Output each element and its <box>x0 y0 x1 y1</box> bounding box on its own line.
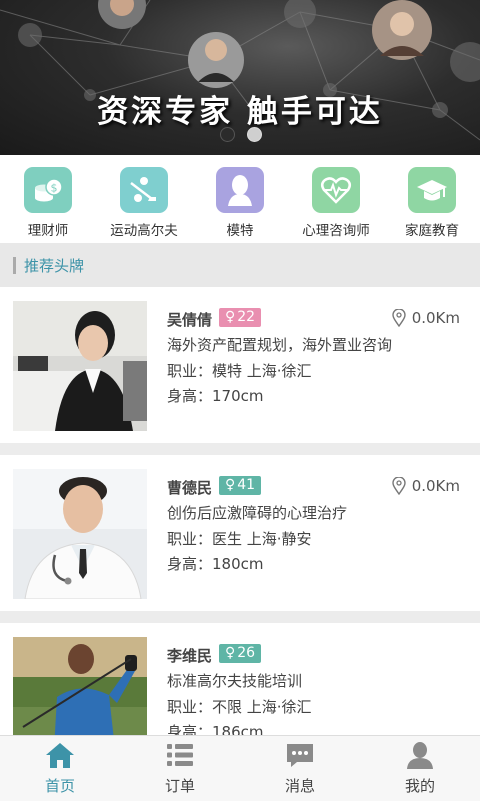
female-symbol-icon: ♀ <box>225 309 236 325</box>
expert-description: 创伤后应激障碍的心理治疗 <box>167 504 348 522</box>
golf-icon <box>120 167 168 213</box>
age-badge: ♀ 41 <box>219 476 262 495</box>
hero-banner[interactable]: 资深专家 触手可达 <box>0 0 480 155</box>
person-icon <box>216 167 264 213</box>
expert-height: 身高：186cm <box>167 723 264 735</box>
tab-label: 我的 <box>404 777 435 795</box>
female-symbol-icon: ♀ <box>225 477 236 493</box>
category-model[interactable]: 模特 <box>192 155 288 243</box>
expert-photo <box>13 469 147 599</box>
distance: 0.0Km <box>391 477 460 495</box>
tab-profile[interactable]: 我的 <box>360 736 480 801</box>
expert-photo <box>13 637 147 735</box>
expert-card[interactable]: 李维民 ♀ 26 标准高尔夫技能培训 职业：不限 上海·徐汇 身高：186cm <box>0 623 480 735</box>
user-icon <box>407 742 433 769</box>
expert-description: 标准高尔夫技能培训 <box>167 672 303 690</box>
expert-height: 身高：170cm <box>167 387 264 405</box>
expert-list: 吴倩倩 ♀ 22 0.0Km 海外资产配置规划，海外置业咨询 职业：模特 上海·徐… <box>0 287 480 735</box>
carousel-indicator <box>220 127 262 142</box>
category-bar: $ 理财师 运动高尔夫 模特 心理咨询师 家庭教育 <box>0 155 480 243</box>
section-title: 推荐头牌 <box>24 257 85 275</box>
tab-orders[interactable]: 订单 <box>120 736 240 801</box>
tab-home[interactable]: 首页 <box>0 736 120 801</box>
expert-photo <box>13 301 147 431</box>
expert-job: 职业：医生 上海·静安 <box>167 530 312 548</box>
category-label: 理财师 <box>27 223 69 239</box>
heartbeat-icon <box>312 167 360 213</box>
expert-description: 海外资产配置规划，海外置业咨询 <box>167 336 393 354</box>
section-header: 推荐头牌 <box>0 243 480 287</box>
category-psychologist[interactable]: 心理咨询师 <box>288 155 384 243</box>
tab-label: 订单 <box>164 777 195 795</box>
expert-job: 职业：模特 上海·徐汇 <box>167 362 312 380</box>
distance-value: 0.0Km <box>411 477 460 495</box>
expert-name: 吴倩倩 <box>167 311 213 329</box>
age-value: 22 <box>237 309 256 325</box>
svg-text:$: $ <box>51 182 58 195</box>
expert-card[interactable]: 吴倩倩 ♀ 22 0.0Km 海外资产配置规划，海外置业咨询 职业：模特 上海·徐… <box>0 287 480 443</box>
tab-label: 首页 <box>44 777 75 795</box>
carousel-dot[interactable] <box>220 127 235 142</box>
category-label: 模特 <box>226 223 254 239</box>
expert-job: 职业：不限 上海·徐汇 <box>167 698 312 716</box>
category-family-education[interactable]: 家庭教育 <box>384 155 480 243</box>
tab-label: 消息 <box>284 777 315 795</box>
expert-card[interactable]: 曹德民 ♀ 41 0.0Km 创伤后应激障碍的心理治疗 职业：医生 上海·静安 身… <box>0 455 480 611</box>
message-icon <box>287 744 313 767</box>
age-value: 26 <box>237 645 256 661</box>
home-icon <box>46 743 74 768</box>
distance: 0.0Km <box>391 309 460 327</box>
age-badge: ♀ 26 <box>219 644 262 663</box>
section-marker <box>13 257 16 274</box>
expert-name: 曹德民 <box>167 479 213 497</box>
age-value: 41 <box>237 477 256 493</box>
bottom-tab-bar: 首页 订单 消息 我的 <box>0 735 480 801</box>
category-label: 家庭教育 <box>405 223 459 239</box>
age-badge: ♀ 22 <box>219 308 262 327</box>
expert-height: 身高：180cm <box>167 555 264 573</box>
coins-icon: $ <box>24 167 72 213</box>
distance-value: 0.0Km <box>411 309 460 327</box>
tab-messages[interactable]: 消息 <box>240 736 360 801</box>
category-label: 运动高尔夫 <box>110 223 178 239</box>
female-symbol-icon: ♀ <box>225 645 236 661</box>
category-label: 心理咨询师 <box>302 223 370 239</box>
graduation-cap-icon <box>408 167 456 213</box>
carousel-dot-active[interactable] <box>247 127 262 142</box>
banner-title: 资深专家 触手可达 <box>97 94 383 130</box>
category-financial-planner[interactable]: $ 理财师 <box>0 155 96 243</box>
location-pin-icon <box>391 477 406 495</box>
list-icon <box>167 744 193 766</box>
category-golf[interactable]: 运动高尔夫 <box>96 155 192 243</box>
location-pin-icon <box>391 309 406 327</box>
expert-name: 李维民 <box>167 647 213 665</box>
